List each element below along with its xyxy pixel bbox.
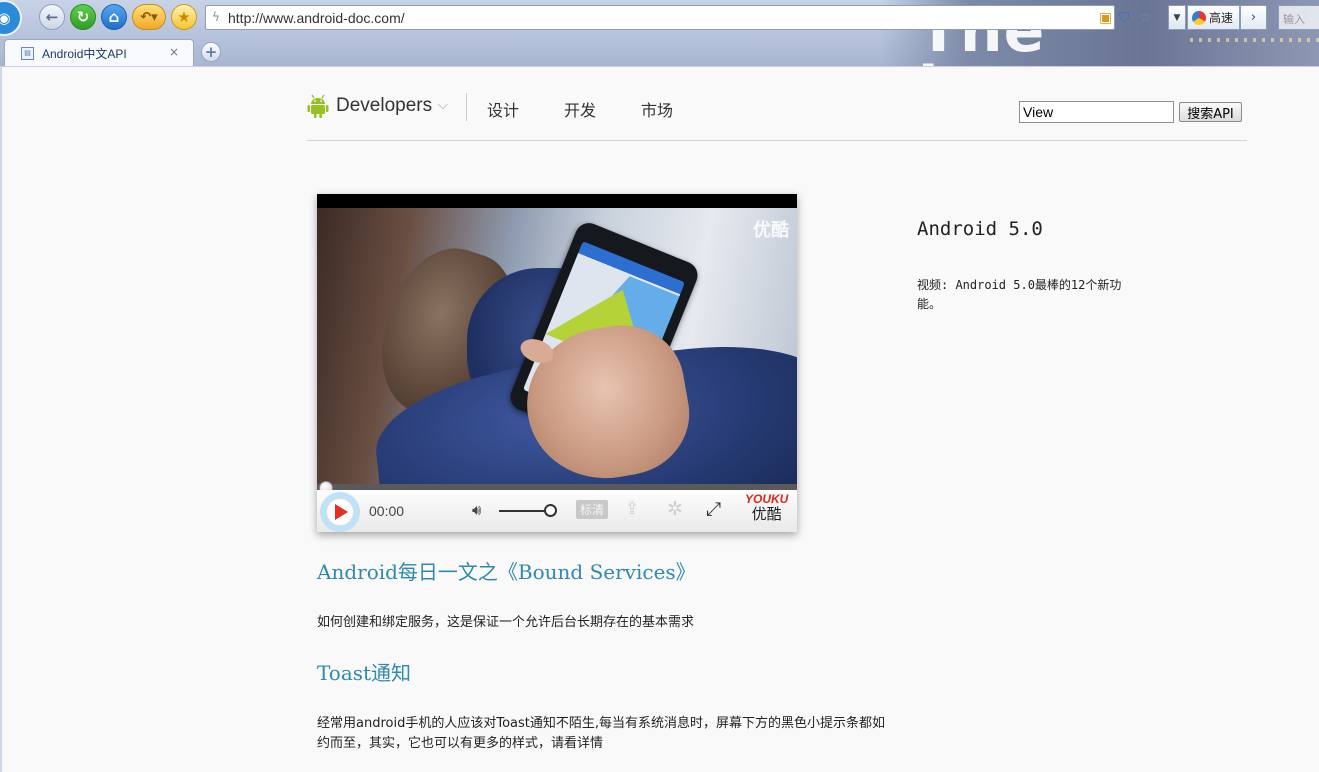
chevron-down-icon[interactable]: ⌵ (438, 98, 448, 113)
page-icon[interactable]: ▣ (1099, 10, 1112, 26)
play-icon (326, 498, 354, 526)
star-icon[interactable]: ★ (171, 4, 197, 30)
youku-logo[interactable]: YOUKU 优酷 (745, 493, 788, 522)
browser-search-input[interactable]: 输入 (1278, 5, 1319, 30)
volume-slider[interactable] (499, 510, 549, 512)
youku-logo-cn: 优酷 (751, 505, 782, 523)
header-divider (307, 140, 1247, 141)
share-icon[interactable]: ⇪ (625, 499, 639, 519)
youku-logo-en: YOUKU (745, 492, 789, 506)
new-tab-button[interactable]: + (201, 42, 221, 62)
nav-divider (466, 93, 467, 121)
site-brand[interactable]: Developers (336, 95, 432, 117)
gear-icon[interactable]: ✲ (667, 498, 683, 520)
tab-android-api[interactable]: ▤ Android中文API × (4, 39, 194, 66)
go-arrow-icon[interactable]: › (1240, 5, 1267, 30)
play-triangle (335, 504, 348, 520)
search-api-button[interactable]: 搜索API (1179, 102, 1242, 122)
tab-title: Android中文API (42, 46, 127, 61)
browser-logo-icon[interactable]: ◉ (0, 0, 22, 36)
article-title-toast[interactable]: Toast通知 (317, 657, 411, 686)
quality-button[interactable]: 标清 (576, 500, 608, 519)
chevron-down-icon[interactable]: ▼ (1168, 5, 1186, 30)
home-icon[interactable]: ⌂ (101, 4, 127, 30)
browser-toolbar: The journey ◉ ← ↻ ⌂ ↶▾ ★ ϟ http://www.an… (0, 0, 1319, 66)
video-controls: 00:00 🔊︎ 标清 ⇪ ✲ ⤢ YOUKU 优酷 (317, 490, 797, 532)
nav-market[interactable]: 市场 (641, 97, 673, 121)
android-robot-icon[interactable] (307, 94, 329, 118)
speed-mode-button[interactable]: 高速 (1187, 5, 1240, 30)
article-desc-bound-services: 如何创建和绑定服务，这是保证一个允许后台长期存在的基本需求 (317, 615, 695, 630)
bookmark-star-icon[interactable]: ☆ (1139, 10, 1152, 26)
nav-develop[interactable]: 开发 (564, 97, 596, 121)
sidebar-title[interactable]: Android 5.0 (917, 218, 1043, 240)
article-desc-toast: 经常用android手机的人应该对Toast通知不陌生,每当有系统消息时，屏幕下… (317, 716, 885, 751)
sidebar-description: 视频: Android 5.0最棒的12个新功能。 (917, 278, 1122, 311)
nav-design[interactable]: 设计 (487, 97, 519, 121)
lightning-icon: ϟ (212, 10, 220, 24)
article-title-bound-services[interactable]: Android每日一文之《Bound Services》 (317, 556, 696, 585)
volume-handle[interactable] (544, 504, 557, 517)
video-player[interactable]: 优酷 00:00 🔊︎ 标清 ⇪ ✲ ⤢ YOUKU 优酷 (317, 194, 797, 532)
speed-label: 高速 (1209, 11, 1234, 25)
address-url[interactable]: http://www.android-doc.com/ (228, 10, 405, 26)
fullscreen-icon[interactable]: ⤢ (706, 498, 721, 520)
volume-icon[interactable]: 🔊︎ (472, 501, 481, 519)
video-watermark: 优酷 (753, 220, 789, 241)
video-frame[interactable]: 优酷 (317, 208, 797, 484)
tab-page-icon: ▤ (21, 46, 34, 60)
address-bar[interactable]: ϟ http://www.android-doc.com/ ▣ ⛉ ☆ (205, 5, 1152, 30)
close-icon[interactable]: × (169, 45, 179, 59)
undo-icon[interactable]: ↶▾ (132, 4, 166, 30)
shield-icon[interactable]: ⛉ (1119, 10, 1130, 26)
refresh-icon[interactable]: ↻ (70, 4, 96, 30)
skin-lights (1190, 38, 1319, 42)
video-time: 00:00 (369, 503, 405, 519)
play-button[interactable] (320, 492, 360, 532)
api-search-input[interactable]: View (1019, 101, 1174, 123)
speed-icon (1192, 10, 1206, 25)
back-arrow-icon[interactable]: ← (39, 4, 65, 30)
